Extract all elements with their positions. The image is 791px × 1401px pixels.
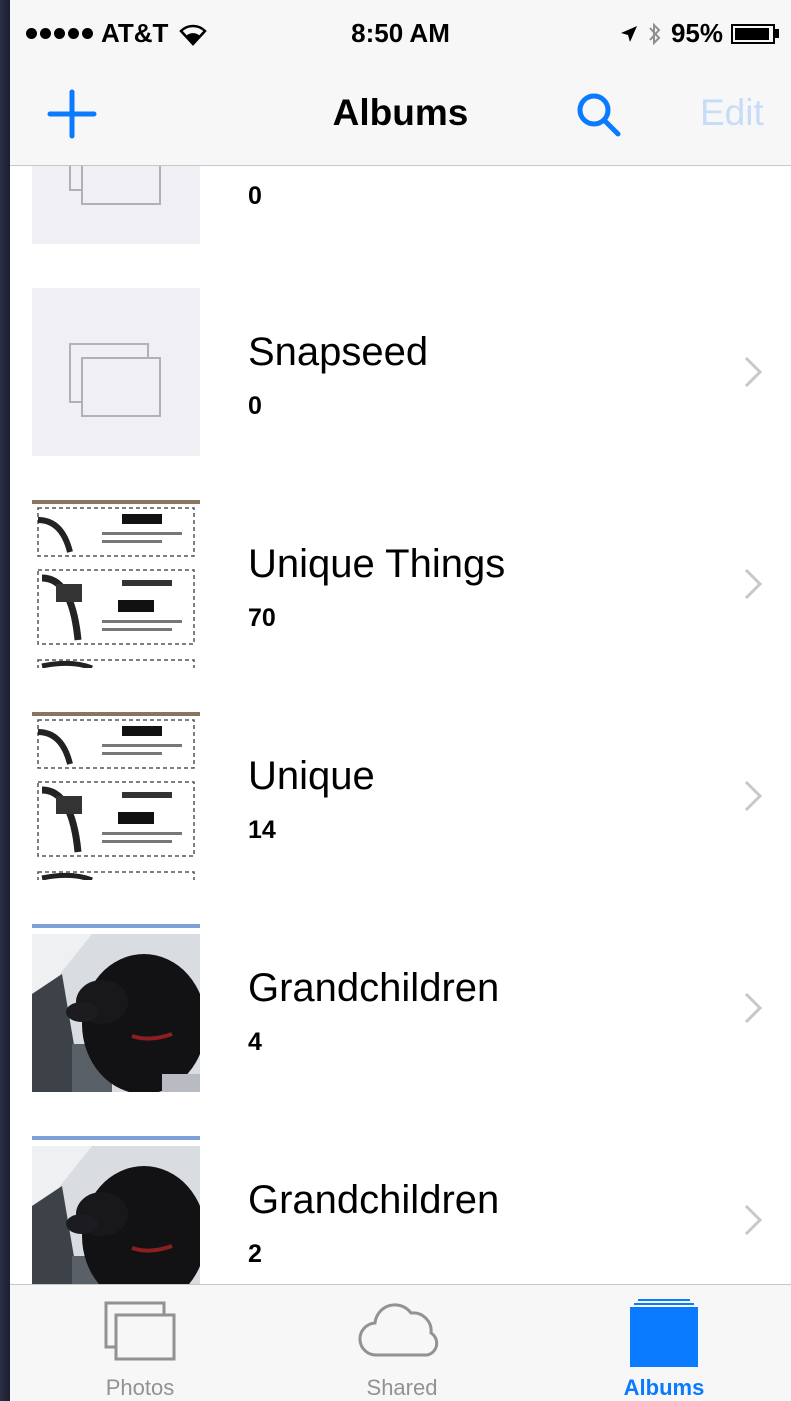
chevron-right-icon <box>744 992 763 1024</box>
tab-albums[interactable]: Albums <box>564 1285 764 1401</box>
status-bar: AT&T 8:50 AM 95% <box>10 0 791 66</box>
album-row[interactable]: Grandchildren 4 <box>10 914 791 1126</box>
navigation-bar: Albums Edit <box>10 66 791 166</box>
tab-shared[interactable]: Shared <box>302 1285 502 1401</box>
edit-button[interactable]: Edit <box>700 92 764 134</box>
album-title: Snapseed <box>248 330 429 374</box>
cloud-icon <box>358 1303 439 1357</box>
album-row[interactable]: 0 <box>10 166 791 278</box>
placeholder-icon <box>69 166 161 205</box>
album-count: 4 <box>248 1028 262 1056</box>
album-thumbnail <box>32 712 200 880</box>
album-title: Unique Things <box>248 542 506 586</box>
tab-label: Photos <box>105 1375 175 1400</box>
tab-label: Shared <box>366 1375 438 1400</box>
placeholder-icon <box>69 343 161 417</box>
album-count: 70 <box>248 604 276 632</box>
album-thumbnail <box>32 924 200 1092</box>
dog-photo <box>32 1136 200 1284</box>
chevron-right-icon <box>744 780 763 812</box>
album-title: Grandchildren <box>248 1178 500 1222</box>
tab-label: Albums <box>623 1375 705 1400</box>
coupon-photo <box>32 712 200 880</box>
battery-percent: 95% <box>670 18 723 48</box>
album-count: 2 <box>248 1240 262 1268</box>
bluetooth-icon <box>649 22 661 45</box>
album-row[interactable]: Snapseed 0 <box>10 278 791 490</box>
phone-screen: AT&T 8:50 AM 95% Albums Edit 0 Snapseed … <box>10 0 791 1401</box>
album-row[interactable]: Unique 14 <box>10 702 791 914</box>
search-icon[interactable] <box>570 86 630 146</box>
battery-icon <box>731 23 779 44</box>
album-thumbnail <box>32 166 200 244</box>
chevron-right-icon <box>744 1204 763 1236</box>
album-row[interactable]: Unique Things 70 <box>10 490 791 702</box>
album-count: 14 <box>248 816 276 844</box>
page-title: Albums <box>332 92 469 133</box>
location-arrow-icon <box>620 25 637 42</box>
album-title: Grandchildren <box>248 966 500 1010</box>
coupon-photo <box>32 500 200 668</box>
photos-icon <box>104 1301 176 1361</box>
tab-photos[interactable]: Photos <box>40 1285 240 1401</box>
album-list[interactable]: 0 Snapseed 0 Unique Things 70 Unique 14 … <box>10 166 791 1284</box>
chevron-right-icon <box>744 568 763 600</box>
album-thumbnail <box>32 288 200 456</box>
album-count: 0 <box>248 182 262 210</box>
albums-icon <box>630 1299 698 1367</box>
dog-photo <box>32 924 200 1092</box>
chevron-right-icon <box>744 356 763 388</box>
album-title: Unique <box>248 754 375 798</box>
album-count: 0 <box>248 392 262 420</box>
tab-bar: Photos Shared Albums <box>10 1284 791 1401</box>
album-thumbnail <box>32 500 200 668</box>
album-thumbnail <box>32 1136 200 1284</box>
status-right: 95% <box>619 18 779 49</box>
album-row[interactable]: Grandchildren 2 <box>10 1126 791 1284</box>
